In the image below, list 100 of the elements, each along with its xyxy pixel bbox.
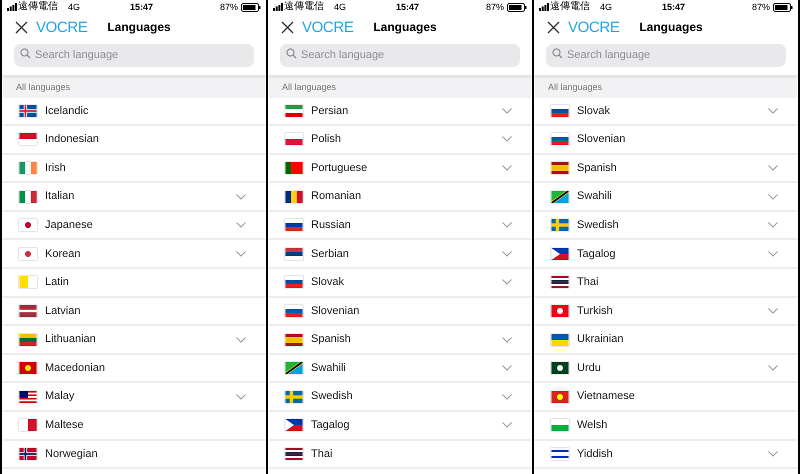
language-name: Slovenian — [577, 132, 626, 148]
language-name: Thai — [577, 275, 600, 290]
search-field[interactable]: Search language — [546, 44, 786, 66]
flag-icon — [18, 132, 38, 146]
language-name: Ukrainian — [577, 332, 624, 348]
page-title: Languages — [639, 19, 703, 36]
language-name: Turkish — [577, 304, 614, 319]
signal-icon — [539, 3, 549, 11]
flag-icon — [18, 418, 38, 432]
language-name: Yiddish — [577, 446, 614, 462]
battery-percent: 87% — [486, 2, 504, 12]
flag-icon — [18, 361, 38, 376]
language-name: Tagalog — [311, 418, 351, 434]
language-row[interactable]: Persian — [268, 98, 532, 126]
language-name: Norwegian — [45, 446, 99, 462]
section-header: All languages — [282, 80, 336, 94]
app-logo: VOCRE — [568, 20, 620, 34]
page-title: Languages — [107, 19, 171, 36]
signal-icon — [273, 3, 283, 11]
battery-icon — [507, 2, 527, 12]
close-button[interactable] — [14, 20, 28, 34]
close-button[interactable] — [280, 20, 294, 34]
language-name: Icelandic — [45, 104, 90, 119]
battery-percent: 87% — [752, 2, 770, 12]
language-name: Polish — [311, 132, 342, 148]
language-name: Slovenian — [311, 304, 360, 319]
flag-icon — [18, 275, 38, 290]
flag-icon — [284, 132, 304, 146]
flag-icon — [550, 361, 570, 376]
language-name: Irish — [45, 160, 67, 176]
section-header: All languages — [548, 80, 602, 94]
search-icon — [552, 48, 563, 59]
language-name: Latin — [45, 275, 70, 290]
flag-icon — [550, 132, 570, 146]
language-name: Tagalog — [577, 246, 617, 262]
flag-icon — [284, 332, 304, 347]
language-name: Urdu — [577, 360, 602, 376]
flag-icon — [284, 104, 304, 118]
language-name: Korean — [45, 246, 82, 262]
network-type: 4G — [600, 2, 612, 12]
language-row[interactable]: Icelandic — [2, 98, 266, 126]
language-row[interactable]: Thai — [268, 440, 532, 470]
app-logo: VOCRE — [36, 20, 88, 34]
page-title: Languages — [373, 19, 437, 36]
language-name: Swedish — [577, 218, 620, 233]
flag-icon — [18, 332, 38, 347]
flag-icon — [284, 160, 304, 175]
flag-icon — [18, 446, 38, 461]
flag-icon — [550, 332, 570, 347]
flag-icon — [284, 446, 304, 461]
language-name: Spanish — [311, 332, 352, 348]
flag-icon — [550, 275, 570, 290]
language-row[interactable]: Turkish — [534, 298, 798, 326]
search-icon — [286, 48, 297, 59]
status-time: 15:47 — [130, 2, 154, 12]
language-name: Japanese — [45, 218, 94, 233]
carrier-name: 遠傳電信 — [284, 2, 324, 12]
flag-icon — [550, 190, 570, 204]
language-name: Macedonian — [45, 360, 106, 376]
flag-icon — [284, 275, 304, 290]
language-name: Italian — [45, 189, 76, 204]
language-name: Latvian — [45, 304, 82, 319]
language-name: Indonesian — [45, 132, 100, 148]
flag-icon — [18, 104, 38, 118]
flag-icon — [284, 190, 304, 204]
flag-icon — [550, 390, 570, 404]
flag-icon — [550, 218, 570, 232]
language-row[interactable]: Yiddish — [534, 440, 798, 470]
flag-icon — [550, 104, 570, 118]
carrier-name: 遠傳電信 — [550, 2, 590, 12]
flag-icon — [284, 304, 304, 318]
language-name: Russian — [311, 218, 352, 233]
flag-icon — [550, 446, 570, 461]
language-row[interactable]: Portuguese — [268, 154, 532, 184]
close-button[interactable] — [546, 20, 560, 34]
language-row[interactable]: Norwegian — [2, 440, 266, 470]
language-row[interactable]: Slovak — [534, 98, 798, 126]
status-time: 15:47 — [396, 2, 420, 12]
battery-percent: 87% — [220, 2, 238, 12]
language-row[interactable]: Irish — [2, 154, 266, 184]
language-name: Maltese — [45, 418, 85, 434]
flag-icon — [284, 361, 304, 376]
flag-icon — [18, 304, 38, 318]
flag-icon — [284, 218, 304, 232]
language-name: Welsh — [577, 418, 608, 434]
flag-icon — [284, 246, 304, 261]
language-name: Serbian — [311, 246, 350, 262]
language-row[interactable]: Latvian — [2, 298, 266, 326]
flag-icon — [284, 418, 304, 432]
language-row[interactable]: Slovenian — [268, 298, 532, 326]
language-name: Swedish — [311, 389, 354, 404]
language-row[interactable]: Spanish — [534, 154, 798, 184]
search-field[interactable]: Search language — [280, 44, 520, 66]
section-header: All languages — [16, 80, 70, 94]
language-name: Malay — [45, 389, 76, 404]
network-type: 4G — [334, 2, 346, 12]
carrier-name: 遠傳電信 — [18, 2, 58, 12]
search-field[interactable]: Search language — [14, 44, 254, 66]
status-time: 15:47 — [662, 2, 686, 12]
flag-icon — [18, 190, 38, 204]
